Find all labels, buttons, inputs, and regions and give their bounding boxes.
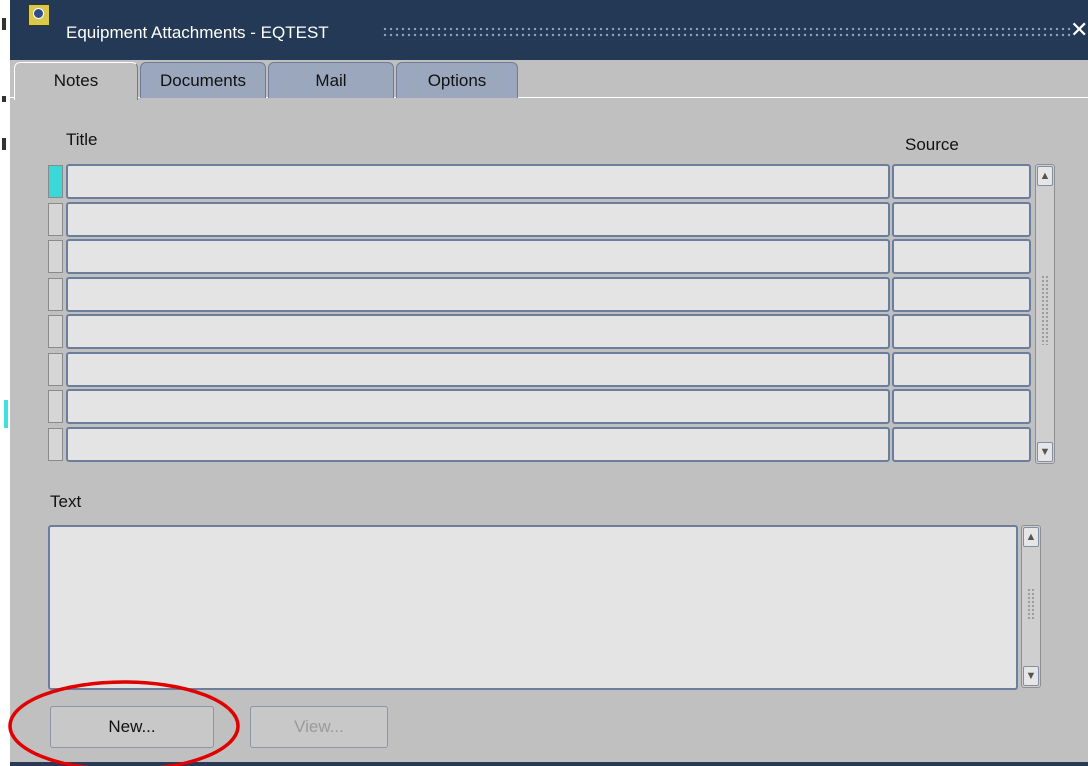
close-icon[interactable]: ✕ <box>1070 18 1088 42</box>
tab-notes-label: Notes <box>53 71 99 90</box>
text-scroll-down-icon[interactable]: ▼ <box>1023 666 1039 686</box>
text-scroll-up-icon[interactable]: ▲ <box>1023 527 1039 547</box>
new-button[interactable]: New... <box>50 706 214 748</box>
note-source-field[interactable] <box>892 164 1031 199</box>
record-indicator[interactable] <box>48 390 63 423</box>
note-source-field[interactable] <box>892 202 1031 237</box>
note-title-field[interactable] <box>66 202 890 237</box>
note-source-field[interactable] <box>892 314 1031 349</box>
title-column-header: Title <box>66 130 98 149</box>
note-title-field[interactable] <box>66 164 890 199</box>
window-frame-bottom <box>10 762 1088 766</box>
text-scroll-thumb[interactable] <box>1027 588 1035 620</box>
tab-options-label: Options <box>427 71 487 90</box>
note-source-field[interactable] <box>892 352 1031 387</box>
scroll-thumb[interactable] <box>1041 275 1049 345</box>
tab-notes[interactable]: Notes <box>14 62 138 100</box>
text-scrollbar[interactable]: ▲ ▼ <box>1021 525 1041 688</box>
record-indicator[interactable] <box>48 203 63 236</box>
record-indicator[interactable] <box>48 353 63 386</box>
tab-documents-label: Documents <box>160 71 246 90</box>
note-source-field[interactable] <box>892 427 1031 462</box>
text-label: Text <box>50 492 82 511</box>
tab-options[interactable]: Options <box>396 62 518 98</box>
notes-scrollbar[interactable]: ▲ ▼ <box>1035 164 1055 464</box>
note-title-field[interactable] <box>66 277 890 312</box>
note-title-field[interactable] <box>66 352 890 387</box>
tab-mail-label: Mail <box>315 71 347 90</box>
tab-mail[interactable]: Mail <box>268 62 394 98</box>
window-titlebar[interactable]: Equipment Attachments - EQTEST ✕ <box>10 0 1088 60</box>
note-title-field[interactable] <box>66 389 890 424</box>
record-indicator[interactable] <box>48 240 63 273</box>
background-window-edge <box>0 0 10 766</box>
note-source-field[interactable] <box>892 389 1031 424</box>
record-indicator[interactable] <box>48 165 63 198</box>
note-title-field[interactable] <box>66 314 890 349</box>
app-icon <box>28 4 50 26</box>
attachments-window: Notes Documents Mail Options Title Sourc… <box>10 60 1088 766</box>
view-button[interactable]: View... <box>250 706 388 748</box>
note-title-field[interactable] <box>66 427 890 462</box>
titlebar-grip <box>382 26 1072 40</box>
window-title: Equipment Attachments - EQTEST <box>66 23 329 42</box>
note-source-field[interactable] <box>892 277 1031 312</box>
scroll-down-icon[interactable]: ▼ <box>1037 442 1053 462</box>
note-source-field[interactable] <box>892 239 1031 274</box>
record-indicator[interactable] <box>48 428 63 461</box>
scroll-up-icon[interactable]: ▲ <box>1037 166 1053 186</box>
source-column-header: Source <box>905 135 959 154</box>
note-title-field[interactable] <box>66 239 890 274</box>
record-indicator[interactable] <box>48 278 63 311</box>
record-indicator[interactable] <box>48 315 63 348</box>
note-text-field[interactable] <box>48 525 1018 690</box>
tab-documents[interactable]: Documents <box>140 62 266 98</box>
